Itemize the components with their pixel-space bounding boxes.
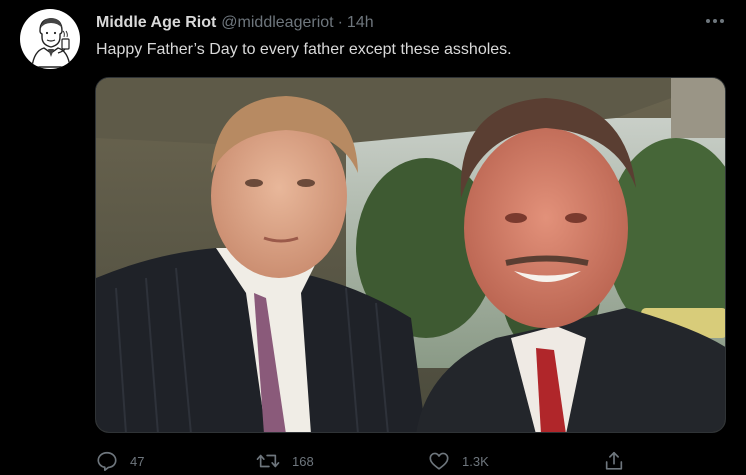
- tweet-actions: 47 168 1.3K: [96, 448, 656, 474]
- display-name[interactable]: Middle Age Riot: [96, 14, 216, 32]
- tweet-text: Happy Father’s Day to every father excep…: [96, 41, 512, 58]
- photo-image: [96, 78, 725, 432]
- vintage-man-icon: [31, 18, 71, 68]
- reply-count: 47: [130, 453, 145, 469]
- tweet-header: Middle Age Riot @middleageriot · 14h: [96, 13, 374, 33]
- timestamp[interactable]: 14h: [347, 14, 374, 32]
- heart-icon: [429, 452, 449, 470]
- user-handle[interactable]: @middleageriot: [221, 14, 333, 32]
- like-count: 1.3K: [462, 453, 489, 469]
- retweet-button[interactable]: 168: [256, 448, 314, 474]
- share-icon: [605, 451, 623, 470]
- share-button[interactable]: [603, 448, 625, 474]
- retweet-count: 168: [292, 453, 314, 469]
- retweet-icon: [256, 454, 280, 468]
- more-horizontal-icon: [706, 19, 724, 23]
- separator-dot: ·: [337, 14, 343, 31]
- avatar[interactable]: [20, 9, 80, 69]
- reply-icon: [97, 451, 117, 471]
- tweet[interactable]: Middle Age Riot @middleageriot · 14h Hap…: [0, 0, 746, 475]
- like-button[interactable]: 1.3K: [428, 448, 489, 474]
- tweet-photo[interactable]: [95, 77, 726, 433]
- reply-button[interactable]: 47: [96, 448, 144, 474]
- more-options-button[interactable]: [704, 10, 726, 32]
